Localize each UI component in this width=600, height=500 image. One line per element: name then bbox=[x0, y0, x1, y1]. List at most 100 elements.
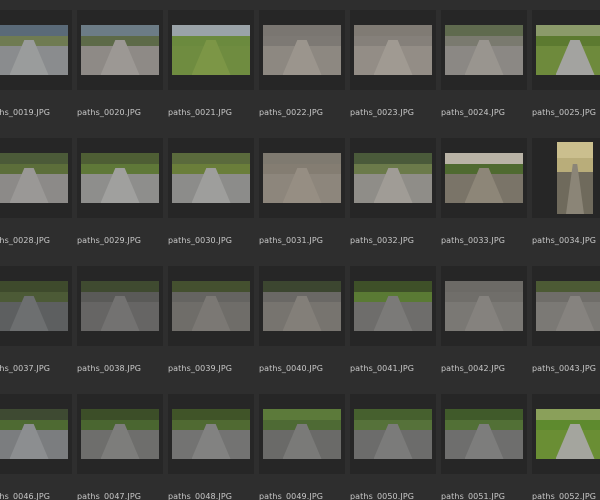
thumbnail-filename: paths_0046.JPG bbox=[0, 492, 51, 500]
thumbnail-filename: paths_0023.JPG bbox=[350, 108, 415, 117]
thumbnail-tile[interactable]: paths_0049.JPG bbox=[259, 394, 345, 500]
thumbnail-tile[interactable]: paths_0022.JPG bbox=[259, 10, 345, 128]
thumbnail-frame bbox=[168, 266, 254, 346]
thumbnail-frame bbox=[0, 394, 72, 474]
thumbnail-filename: paths_0037.JPG bbox=[0, 364, 51, 373]
thumbnail-frame bbox=[77, 394, 163, 474]
thumbnail-tile[interactable]: paths_0024.JPG bbox=[441, 10, 527, 128]
thumbnail-filename: paths_0051.JPG bbox=[441, 492, 506, 500]
thumbnail-image[interactable] bbox=[0, 281, 68, 331]
thumbnail-tile[interactable]: paths_0019.JPG bbox=[0, 10, 72, 128]
thumbnail-image[interactable] bbox=[172, 409, 250, 459]
thumbnail-frame bbox=[77, 10, 163, 90]
thumbnail-frame bbox=[0, 266, 72, 346]
thumbnail-tile[interactable]: paths_0039.JPG bbox=[168, 266, 254, 384]
thumbnail-filename: paths_0024.JPG bbox=[441, 108, 506, 117]
thumbnail-image[interactable] bbox=[445, 25, 523, 75]
thumbnail-tile[interactable]: paths_0042.JPG bbox=[441, 266, 527, 384]
thumbnail-filename: paths_0033.JPG bbox=[441, 236, 506, 245]
thumbnail-tile[interactable]: paths_0043.JPG bbox=[532, 266, 600, 384]
thumbnail-image[interactable] bbox=[0, 153, 68, 203]
thumbnail-frame bbox=[0, 138, 72, 218]
thumbnail-tile[interactable]: paths_0040.JPG bbox=[259, 266, 345, 384]
thumbnail-frame bbox=[350, 266, 436, 346]
thumbnail-image[interactable] bbox=[81, 153, 159, 203]
thumbnail-tile[interactable]: paths_0048.JPG bbox=[168, 394, 254, 500]
thumbnail-tile[interactable]: paths_0046.JPG bbox=[0, 394, 72, 500]
thumbnail-image[interactable] bbox=[81, 409, 159, 459]
thumbnail-image[interactable] bbox=[0, 409, 68, 459]
thumbnail-image[interactable] bbox=[354, 409, 432, 459]
thumbnail-frame bbox=[532, 266, 600, 346]
thumbnail-frame bbox=[259, 266, 345, 346]
thumbnail-filename: paths_0041.JPG bbox=[350, 364, 415, 373]
thumbnail-frame bbox=[441, 394, 527, 474]
thumbnail-image[interactable] bbox=[536, 25, 600, 75]
thumbnail-image[interactable] bbox=[263, 153, 341, 203]
thumbnail-image[interactable] bbox=[263, 281, 341, 331]
thumbnail-tile[interactable]: paths_0031.JPG bbox=[259, 138, 345, 256]
thumbnail-tile[interactable]: paths_0047.JPG bbox=[77, 394, 163, 500]
thumbnail-frame bbox=[350, 394, 436, 474]
thumbnail-tile[interactable]: paths_0034.JPG bbox=[532, 138, 600, 256]
thumbnail-image[interactable] bbox=[263, 25, 341, 75]
thumbnail-image[interactable] bbox=[445, 153, 523, 203]
thumbnail-tile[interactable]: paths_0023.JPG bbox=[350, 10, 436, 128]
thumbnail-frame bbox=[168, 138, 254, 218]
thumbnail-filename: paths_0034.JPG bbox=[532, 236, 597, 245]
thumbnail-filename: paths_0039.JPG bbox=[168, 364, 233, 373]
thumbnail-tile[interactable]: paths_0033.JPG bbox=[441, 138, 527, 256]
thumbnail-filename: paths_0025.JPG bbox=[532, 108, 597, 117]
thumbnail-filename: paths_0050.JPG bbox=[350, 492, 415, 500]
thumbnail-frame bbox=[259, 394, 345, 474]
thumbnail-image[interactable] bbox=[354, 153, 432, 203]
thumbnail-tile[interactable]: paths_0021.JPG bbox=[168, 10, 254, 128]
thumbnail-frame bbox=[350, 138, 436, 218]
thumbnail-tile[interactable]: paths_0050.JPG bbox=[350, 394, 436, 500]
thumbnail-tile[interactable]: paths_0037.JPG bbox=[0, 266, 72, 384]
thumbnail-image[interactable] bbox=[445, 409, 523, 459]
thumbnail-image[interactable] bbox=[354, 25, 432, 75]
thumbnail-tile[interactable]: paths_0051.JPG bbox=[441, 394, 527, 500]
thumbnail-tile[interactable]: paths_0052.JPG bbox=[532, 394, 600, 500]
thumbnail-filename: paths_0020.JPG bbox=[77, 108, 142, 117]
thumbnail-filename: paths_0030.JPG bbox=[168, 236, 233, 245]
thumbnail-tile[interactable]: paths_0029.JPG bbox=[77, 138, 163, 256]
thumbnail-filename: paths_0022.JPG bbox=[259, 108, 324, 117]
thumbnail-frame bbox=[259, 10, 345, 90]
thumbnail-frame bbox=[441, 10, 527, 90]
thumbnail-filename: paths_0029.JPG bbox=[77, 236, 142, 245]
thumbnail-frame bbox=[532, 10, 600, 90]
thumbnail-tile[interactable]: paths_0032.JPG bbox=[350, 138, 436, 256]
thumbnail-tile[interactable]: paths_0020.JPG bbox=[77, 10, 163, 128]
thumbnail-filename: paths_0042.JPG bbox=[441, 364, 506, 373]
thumbnail-image[interactable] bbox=[354, 281, 432, 331]
thumbnail-frame bbox=[441, 266, 527, 346]
thumbnail-frame bbox=[532, 138, 600, 218]
thumbnail-tile[interactable]: paths_0038.JPG bbox=[77, 266, 163, 384]
thumbnail-frame bbox=[168, 394, 254, 474]
thumbnail-image[interactable] bbox=[172, 281, 250, 331]
thumbnail-tile[interactable]: paths_0028.JPG bbox=[0, 138, 72, 256]
thumbnail-frame bbox=[532, 394, 600, 474]
thumbnail-image[interactable] bbox=[263, 409, 341, 459]
thumbnail-image[interactable] bbox=[81, 25, 159, 75]
thumbnail-image[interactable] bbox=[81, 281, 159, 331]
thumbnail-image[interactable] bbox=[536, 409, 600, 459]
thumbnail-image[interactable] bbox=[0, 25, 68, 75]
thumbnail-filename: paths_0040.JPG bbox=[259, 364, 324, 373]
thumbnail-image[interactable] bbox=[536, 281, 600, 331]
thumbnail-filename: paths_0021.JPG bbox=[168, 108, 233, 117]
thumbnail-image[interactable] bbox=[445, 281, 523, 331]
thumbnail-filename: paths_0047.JPG bbox=[77, 492, 142, 500]
thumbnail-filename: paths_0048.JPG bbox=[168, 492, 233, 500]
thumbnail-grid: paths_0019.JPG paths_0020.JPG paths_0021.J… bbox=[0, 0, 600, 500]
thumbnail-image[interactable] bbox=[557, 142, 593, 214]
thumbnail-filename: paths_0031.JPG bbox=[259, 236, 324, 245]
thumbnail-tile[interactable]: paths_0025.JPG bbox=[532, 10, 600, 128]
thumbnail-tile[interactable]: paths_0030.JPG bbox=[168, 138, 254, 256]
thumbnail-tile[interactable]: paths_0041.JPG bbox=[350, 266, 436, 384]
thumbnail-image[interactable] bbox=[172, 25, 250, 75]
thumbnail-frame bbox=[168, 10, 254, 90]
thumbnail-image[interactable] bbox=[172, 153, 250, 203]
